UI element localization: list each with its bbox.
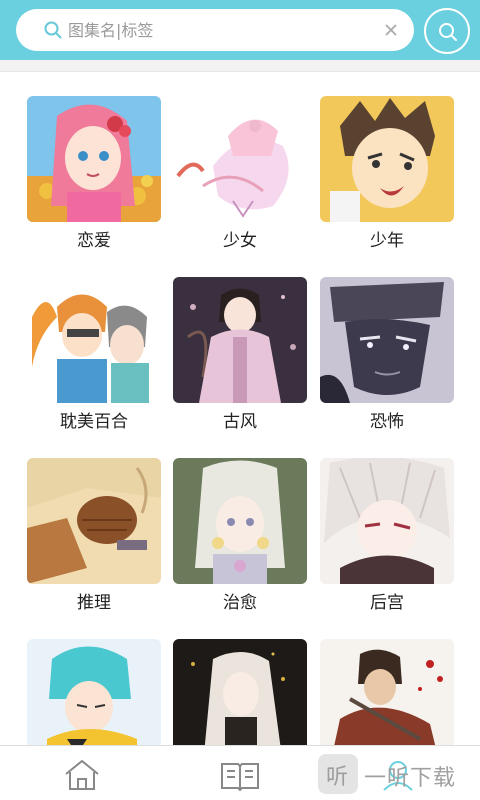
category-thumb (320, 277, 454, 403)
nav-home[interactable] (60, 758, 104, 792)
category-label: 耽美百合 (60, 412, 128, 432)
category-label: 恋爱 (77, 231, 111, 251)
category-thumb (173, 639, 307, 745)
header-divider (0, 60, 480, 72)
clear-icon[interactable] (382, 21, 400, 39)
category-card-shounen[interactable]: 少年 (320, 96, 454, 253)
category-label: 少女 (223, 231, 257, 251)
category-card-white-hair[interactable] (173, 639, 307, 745)
home-icon (65, 759, 99, 790)
category-card-shoujo[interactable]: 少女 (173, 96, 307, 253)
category-thumb (320, 458, 454, 584)
category-label: 推理 (77, 593, 111, 613)
watermark-text: 一听下载 (364, 766, 457, 791)
category-label: 恐怖 (370, 412, 404, 432)
watermark-logo-char: 听 (326, 765, 349, 790)
nav-library[interactable] (218, 758, 262, 792)
search-button-icon (439, 23, 457, 41)
category-thumb (27, 96, 161, 222)
category-card-romance[interactable]: 恋爱 (27, 96, 161, 253)
category-card-bl-gl[interactable]: 耽美百合 (27, 277, 161, 434)
category-card-warrior[interactable] (320, 639, 454, 745)
category-card-horror[interactable]: 恐怖 (320, 277, 454, 434)
category-thumb (27, 639, 161, 745)
category-label: 治愈 (223, 593, 257, 613)
app-root: 恋爱 少女 (0, 0, 480, 800)
category-thumb (173, 277, 307, 403)
category-thumb (320, 96, 454, 222)
category-thumb (27, 458, 161, 584)
category-grid: 恋爱 少女 少年 耽美百合 古风 恐怖 推理 治愈 后宫 (0, 73, 480, 745)
category-card-harem[interactable]: 后宫 (320, 458, 454, 615)
category-card-blue-hair[interactable] (27, 639, 161, 745)
search-header (0, 0, 480, 60)
category-card-healing[interactable]: 治愈 (173, 458, 307, 615)
download-watermark: 听 一听下载 (318, 754, 480, 794)
category-label: 古风 (223, 412, 257, 432)
category-card-mystery[interactable]: 推理 (27, 458, 161, 615)
category-thumb (173, 458, 307, 584)
book-icon (221, 763, 259, 792)
search-button[interactable] (424, 8, 470, 54)
category-label: 后宫 (370, 593, 404, 613)
category-thumb (173, 96, 307, 222)
search-input[interactable] (68, 9, 368, 51)
search-bar[interactable] (16, 9, 414, 51)
category-label: 少年 (370, 231, 404, 251)
category-thumb (27, 277, 161, 403)
search-icon (44, 21, 62, 39)
bottom-nav: 听 一听下载 (0, 745, 480, 800)
category-card-ancient[interactable]: 古风 (173, 277, 307, 434)
category-thumb (320, 639, 454, 745)
